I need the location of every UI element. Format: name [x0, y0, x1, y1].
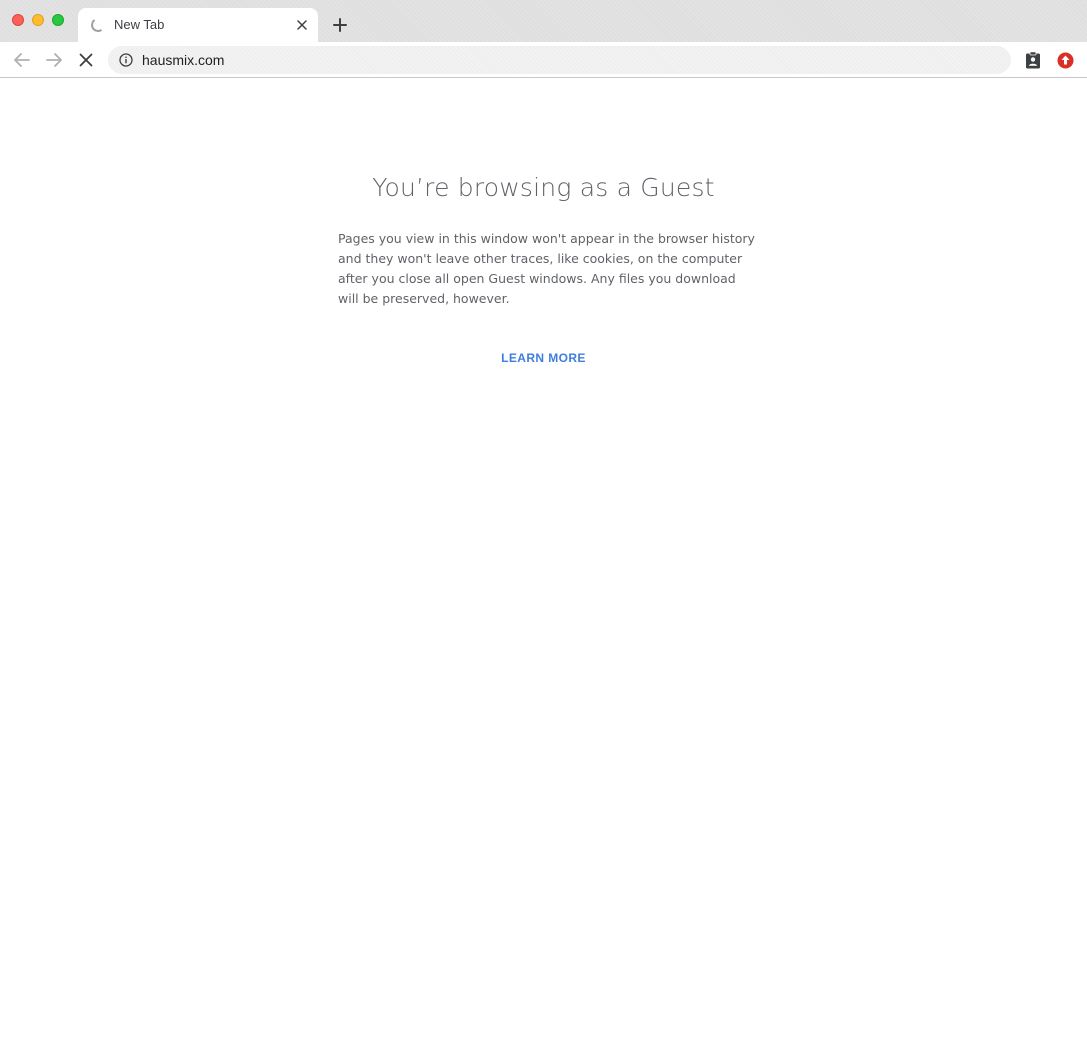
learn-more-link[interactable]: LEARN MORE [0, 351, 1087, 365]
page-title: You’re browsing as a Guest [372, 173, 715, 202]
arrow-right-icon[interactable] [44, 50, 64, 70]
window-close-button[interactable] [12, 14, 24, 26]
page-description: Pages you view in this window won't appe… [338, 231, 755, 306]
tab-title: New Tab [114, 17, 165, 32]
tab-new-tab[interactable]: New Tab [78, 8, 318, 42]
tab-strip: New Tab [0, 0, 1087, 42]
toolbar: hausmix.com [0, 42, 1087, 78]
loading-spinner-icon [89, 16, 107, 34]
url-text[interactable]: hausmix.com [142, 52, 224, 68]
address-bar[interactable]: hausmix.com [108, 46, 1011, 74]
window-minimize-button[interactable] [32, 14, 44, 26]
update-arrow-icon[interactable] [1056, 51, 1074, 69]
arrow-left-icon[interactable] [12, 50, 32, 70]
plus-icon[interactable] [330, 15, 350, 35]
close-icon[interactable] [294, 17, 310, 33]
stop-x-icon[interactable] [76, 50, 96, 70]
window-zoom-button[interactable] [52, 14, 64, 26]
clipboard-person-icon[interactable] [1024, 51, 1042, 69]
info-icon[interactable] [119, 53, 133, 67]
guest-page: You’re browsing as a Guest Pages you vie… [0, 79, 1087, 1057]
